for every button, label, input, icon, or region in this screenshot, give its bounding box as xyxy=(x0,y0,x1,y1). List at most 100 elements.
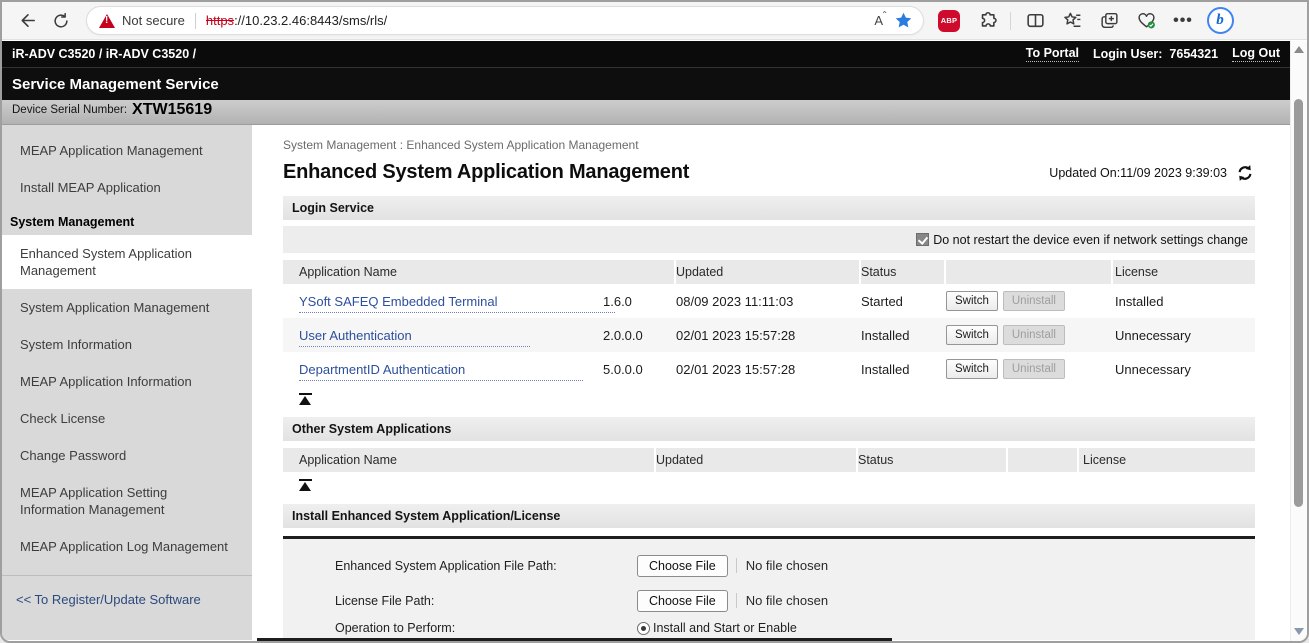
sidebar-item-check-license[interactable]: Check License xyxy=(2,400,252,437)
url-scheme: https xyxy=(206,13,234,28)
split-screen-button[interactable] xyxy=(1020,6,1050,36)
license-file-path-label: License File Path: xyxy=(335,594,637,608)
browser-essentials-icon xyxy=(1136,10,1157,31)
uninstall-button[interactable]: Uninstall xyxy=(1003,291,1065,311)
sidebar-item-meap-application-information[interactable]: MEAP Application Information xyxy=(2,363,252,400)
switch-button[interactable]: Switch xyxy=(946,291,998,311)
col-application-name: Application Name xyxy=(283,448,656,472)
esa-file-path-label: Enhanced System Application File Path: xyxy=(335,559,637,573)
page-scrollbar[interactable] xyxy=(1290,41,1307,641)
address-bar[interactable]: Not secure https://10.23.2.46:8443/sms/r… xyxy=(86,6,924,35)
not-secure-label[interactable]: Not secure xyxy=(122,13,185,28)
more-options-icon: ••• xyxy=(1173,12,1193,30)
serial-label: Device Serial Number: xyxy=(12,104,127,120)
browser-essentials-button[interactable] xyxy=(1131,6,1161,36)
sidebar-item-meap-application-log-management[interactable]: MEAP Application Log Management xyxy=(2,528,252,565)
sidebar-item-meap-application-management[interactable]: MEAP Application Management xyxy=(2,132,252,169)
settings-more-button[interactable]: ••• xyxy=(1168,6,1198,36)
favorites-hub-icon xyxy=(1062,10,1083,31)
collections-button[interactable] xyxy=(1094,6,1124,36)
uninstall-button[interactable]: Uninstall xyxy=(1003,359,1065,379)
app-status: Started xyxy=(861,294,946,309)
col-actions xyxy=(1008,448,1079,472)
app-license: Unnecessary xyxy=(1113,328,1255,343)
col-application-name: Application Name xyxy=(283,260,676,284)
col-license: License xyxy=(1113,260,1255,284)
scrollbar-thumb[interactable] xyxy=(1294,99,1303,507)
license-choose-file-button[interactable]: Choose File xyxy=(637,590,728,612)
reload-button[interactable] xyxy=(44,6,78,36)
url-text[interactable]: https://10.23.2.46:8443/sms/rls/ xyxy=(206,13,387,28)
col-updated: Updated xyxy=(676,260,861,284)
updated-on-text: Updated On:11/09 2023 9:39:03 xyxy=(1049,166,1227,180)
page-title: Enhanced System Application Management xyxy=(283,161,689,184)
sidebar-item-change-password[interactable]: Change Password xyxy=(2,437,252,474)
favorite-star-icon[interactable] xyxy=(894,11,913,30)
sms-page: iR-ADV C3520 / iR-ADV C3520 / To Portal … xyxy=(2,41,1290,641)
scrollbar-down-arrow-icon[interactable] xyxy=(1294,628,1304,635)
back-button[interactable] xyxy=(10,6,44,36)
app-link-user-authentication[interactable]: User Authentication xyxy=(299,328,530,347)
copilot-button[interactable]: b xyxy=(1205,6,1235,36)
table-row: User Authentication 2.0.0.0 02/01 2023 1… xyxy=(283,318,1255,352)
split-screen-icon xyxy=(1025,10,1046,31)
esa-file-status: No file chosen xyxy=(736,558,828,573)
adblock-extension-button[interactable]: ABP xyxy=(934,6,964,36)
app-link-ysoft-safeq[interactable]: YSoft SAFEQ Embedded Terminal xyxy=(299,294,615,313)
uninstall-button[interactable]: Uninstall xyxy=(1003,325,1065,345)
col-actions xyxy=(946,260,1113,284)
collections-icon xyxy=(1099,10,1120,31)
browser-toolbar: Not secure https://10.23.2.46:8443/sms/r… xyxy=(2,2,1307,40)
service-title: Service Management Service xyxy=(12,76,219,93)
to-portal-link[interactable]: To Portal xyxy=(1026,46,1079,62)
toolbar-divider xyxy=(1010,12,1011,30)
scrollbar-up-arrow-icon[interactable] xyxy=(1294,46,1304,53)
page-refresh-icon[interactable] xyxy=(1235,164,1255,182)
no-restart-label: Do not restart the device even if networ… xyxy=(933,233,1248,247)
license-file-status: No file chosen xyxy=(736,593,828,608)
puzzle-icon xyxy=(976,10,997,31)
toolbar-extensions-area: ABP xyxy=(934,6,1235,36)
sidebar-item-enhanced-system-application-management[interactable]: Enhanced System Application Management xyxy=(2,235,252,289)
login-service-heading: Login Service xyxy=(283,196,1255,220)
url-rest: ://10.23.2.46:8443/sms/rls/ xyxy=(234,13,387,28)
copilot-icon: b xyxy=(1207,7,1234,34)
reload-icon xyxy=(52,12,70,30)
switch-button[interactable]: Switch xyxy=(946,325,998,345)
col-license: License xyxy=(1079,448,1255,472)
no-restart-checkbox[interactable] xyxy=(916,233,929,246)
other-apps-table-header: Application Name Updated Status License xyxy=(283,448,1255,472)
sidebar-item-install-meap-application[interactable]: Install MEAP Application xyxy=(2,169,252,206)
not-secure-warning-icon[interactable] xyxy=(99,14,115,28)
app-license: Unnecessary xyxy=(1113,362,1255,377)
col-status: Status xyxy=(861,260,946,284)
other-apps-heading: Other System Applications xyxy=(283,417,1255,441)
table-row: DepartmentID Authentication 5.0.0.0 02/0… xyxy=(283,352,1255,386)
register-update-software-link[interactable]: << To Register/Update Software xyxy=(2,576,252,617)
sidebar-item-system-information[interactable]: System Information xyxy=(2,326,252,363)
sidebar-item-system-application-management[interactable]: System Application Management xyxy=(2,289,252,326)
install-form-panel: Enhanced System Application File Path: C… xyxy=(283,536,1255,640)
radio-install-and-start[interactable] xyxy=(637,622,650,635)
read-aloud-icon[interactable]: A⌃ xyxy=(874,13,888,28)
radio-install-and-start-label: Install and Start or Enable xyxy=(653,621,797,635)
app-updated: 02/01 2023 15:57:28 xyxy=(676,362,861,377)
app-link-departmentid-authentication[interactable]: DepartmentID Authentication xyxy=(299,362,583,381)
switch-button[interactable]: Switch xyxy=(946,359,998,379)
back-to-top-icon[interactable] xyxy=(299,393,313,405)
serial-value: XTW15619 xyxy=(132,101,212,119)
esa-choose-file-button[interactable]: Choose File xyxy=(637,555,728,577)
install-heading: Install Enhanced System Application/Lice… xyxy=(283,504,1255,528)
logout-link[interactable]: Log Out xyxy=(1232,46,1280,62)
sidebar-item-meap-application-setting-information-management[interactable]: MEAP Application Setting Information Man… xyxy=(2,474,252,528)
app-status: Installed xyxy=(861,328,946,343)
back-to-top-icon[interactable] xyxy=(299,479,313,491)
extensions-button[interactable] xyxy=(971,6,1001,36)
favorites-hub-button[interactable] xyxy=(1057,6,1087,36)
sidebar: MEAP Application Management Install MEAP… xyxy=(2,125,252,640)
login-user: Login User: 7654321 xyxy=(1093,47,1218,61)
app-updated: 08/09 2023 11:11:03 xyxy=(676,294,861,309)
main-content: System Management : Enhanced System Appl… xyxy=(252,125,1290,640)
serial-bar: Device Serial Number: XTW15619 xyxy=(2,100,1290,125)
col-updated: Updated xyxy=(656,448,858,472)
